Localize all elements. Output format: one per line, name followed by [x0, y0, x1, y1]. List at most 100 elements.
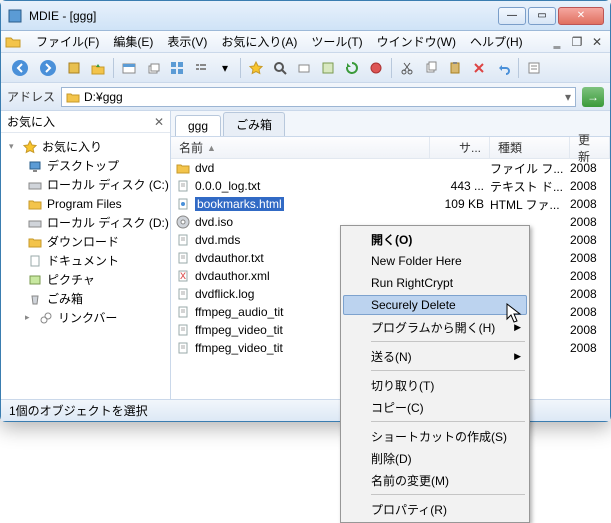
favorite-button[interactable]: [245, 57, 267, 79]
status-text: 1個のオブジェクトを選択: [9, 402, 148, 419]
file-icon: [175, 286, 191, 302]
file-icon: [175, 196, 191, 212]
tool-icon[interactable]: [63, 57, 85, 79]
document-icon: [27, 253, 43, 269]
tool-icon[interactable]: [190, 57, 212, 79]
tab-trash[interactable]: ごみ箱: [223, 112, 285, 136]
context-menu-item[interactable]: プロパティ(R): [343, 498, 527, 520]
mdi-minimize-icon[interactable]: ‗: [548, 34, 566, 50]
context-menu-item[interactable]: ショートカットの作成(S): [343, 425, 527, 447]
maximize-button[interactable]: ▭: [528, 7, 556, 25]
mdi-close-icon[interactable]: ✕: [588, 34, 606, 50]
context-menu-item[interactable]: Run RightCrypt: [343, 272, 527, 294]
col-name[interactable]: 名前▲: [171, 137, 430, 158]
tree-item[interactable]: ローカル ディスク (C:): [1, 175, 170, 194]
col-date[interactable]: 更新: [570, 137, 610, 158]
tool-icon[interactable]: [142, 57, 164, 79]
back-button[interactable]: [7, 57, 33, 79]
tree-item[interactable]: ダウンロード: [1, 232, 170, 251]
menu-window[interactable]: ウインドウ(W): [370, 31, 463, 52]
sidebar-close-icon[interactable]: ✕: [154, 115, 164, 129]
context-menu-item[interactable]: 開く(O): [343, 228, 527, 250]
tab-ggg[interactable]: ggg: [175, 115, 221, 136]
tool-icon[interactable]: [118, 57, 140, 79]
undo-icon[interactable]: [492, 57, 514, 79]
context-menu-item[interactable]: New Folder Here: [343, 250, 527, 272]
tool-icon[interactable]: ▾: [214, 57, 236, 79]
submenu-arrow-icon: ▶: [514, 351, 521, 362]
search-icon[interactable]: [269, 57, 291, 79]
tree-item[interactable]: ごみ箱: [1, 289, 170, 308]
file-date: 2008: [570, 197, 610, 211]
file-date: 2008: [570, 161, 610, 175]
menu-separator: [371, 341, 525, 342]
col-type[interactable]: 種類: [490, 137, 570, 158]
disk-icon: [27, 215, 43, 231]
file-date: 2008: [570, 287, 610, 301]
context-menu-item[interactable]: 送る(N)▶: [343, 345, 527, 367]
file-icon: [175, 304, 191, 320]
menu-edit[interactable]: 編集(E): [106, 31, 160, 52]
file-date: 2008: [570, 251, 610, 265]
file-row[interactable]: 0.0.0_log.txt443 ...テキスト ド...2008: [171, 177, 610, 195]
folder-icon: [5, 34, 21, 50]
dropdown-icon[interactable]: ▾: [565, 90, 571, 104]
menu-view[interactable]: 表示(V): [160, 31, 214, 52]
address-path: D:¥ggg: [84, 90, 123, 104]
close-button[interactable]: ✕: [558, 7, 604, 25]
file-icon: x: [175, 268, 191, 284]
address-input[interactable]: D:¥ggg ▾: [61, 87, 576, 107]
menu-separator: [371, 494, 525, 495]
menu-tools[interactable]: ツール(T): [304, 31, 369, 52]
file-type: HTML ファ...: [490, 196, 570, 213]
menu-help[interactable]: ヘルプ(H): [463, 31, 530, 52]
tree-root-linkbar[interactable]: ▸リンクバー: [1, 308, 170, 327]
tree-item[interactable]: デスクトップ: [1, 156, 170, 175]
context-menu-item[interactable]: 切り取り(T): [343, 374, 527, 396]
tree-root-favorites[interactable]: ▾お気に入り: [1, 137, 170, 156]
forward-button[interactable]: [35, 57, 61, 79]
file-date: 2008: [570, 305, 610, 319]
tool-icon[interactable]: [293, 57, 315, 79]
tool-icon[interactable]: [166, 57, 188, 79]
file-icon: [175, 178, 191, 194]
mdi-restore-icon[interactable]: ❐: [568, 34, 586, 50]
file-name: bookmarks.html: [195, 197, 430, 211]
context-menu-item[interactable]: コピー(C): [343, 396, 527, 418]
context-menu-item[interactable]: プログラムから開く(H)▶: [343, 316, 527, 338]
delete-icon[interactable]: [468, 57, 490, 79]
folder-icon: [27, 196, 43, 212]
context-menu-item[interactable]: 削除(D): [343, 447, 527, 469]
refresh-icon[interactable]: [341, 57, 363, 79]
titlebar[interactable]: MDIE - [ggg] — ▭ ✕: [1, 1, 610, 31]
menu-favorites[interactable]: お気に入り(A): [214, 31, 304, 52]
picture-icon: [27, 272, 43, 288]
column-headers: 名前▲ サ... 種類 更新: [171, 137, 610, 159]
file-row[interactable]: dvdファイル フ...2008: [171, 159, 610, 177]
copy-icon[interactable]: [420, 57, 442, 79]
cut-icon[interactable]: [396, 57, 418, 79]
col-size[interactable]: サ...: [430, 137, 490, 158]
submenu-arrow-icon: ▶: [514, 322, 521, 333]
tree-item[interactable]: ドキュメント: [1, 251, 170, 270]
up-button[interactable]: [87, 57, 109, 79]
tree-item[interactable]: ピクチャ: [1, 270, 170, 289]
properties-icon[interactable]: [523, 57, 545, 79]
tree-item[interactable]: Program Files: [1, 194, 170, 213]
menu-file[interactable]: ファイル(F): [29, 31, 106, 52]
menu-separator: [371, 421, 525, 422]
minimize-button[interactable]: —: [498, 7, 526, 25]
address-bar: アドレス D:¥ggg ▾ →: [1, 83, 610, 111]
context-menu: 開く(O)New Folder HereRun RightCryptSecure…: [340, 225, 530, 523]
go-button[interactable]: →: [582, 87, 604, 107]
file-type: ファイル フ...: [490, 160, 570, 177]
tree-item[interactable]: ローカル ディスク (D:): [1, 213, 170, 232]
context-menu-item[interactable]: Securely Delete: [343, 295, 527, 315]
tool-icon[interactable]: [317, 57, 339, 79]
tool-icon[interactable]: [365, 57, 387, 79]
folder-icon: [66, 90, 80, 104]
file-date: 2008: [570, 179, 610, 193]
file-row[interactable]: bookmarks.html109 KBHTML ファ...2008: [171, 195, 610, 213]
paste-icon[interactable]: [444, 57, 466, 79]
context-menu-item[interactable]: 名前の変更(M): [343, 469, 527, 491]
